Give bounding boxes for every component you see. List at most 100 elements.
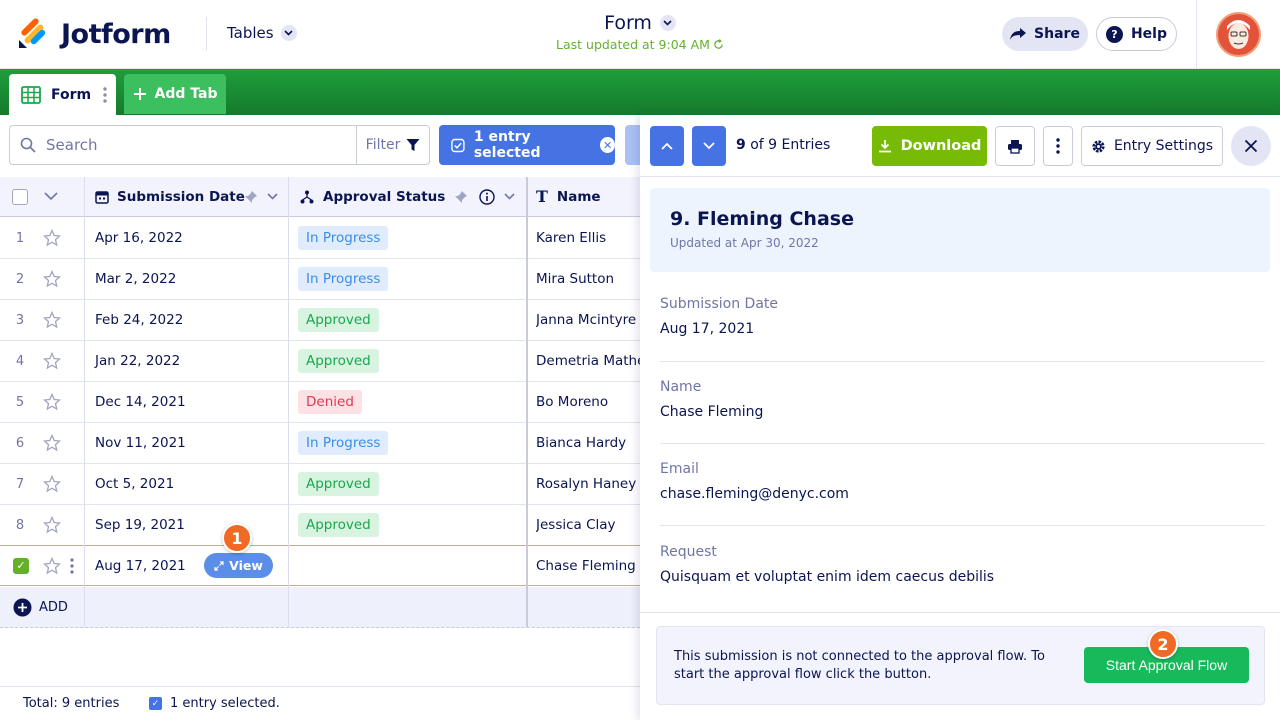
field-label: Email xyxy=(660,461,699,477)
search-input[interactable]: Search xyxy=(9,125,357,165)
field-value[interactable]: Quisquam et voluptat enim idem caecus de… xyxy=(660,569,1265,585)
view-entry-button[interactable]: View xyxy=(204,553,273,578)
submission-date-cell[interactable]: Nov 11, 2021 xyxy=(95,423,186,463)
approval-status-cell[interactable]: Denied xyxy=(298,382,362,422)
submission-date-cell[interactable]: Sep 19, 2021 xyxy=(95,505,185,545)
pin-icon[interactable] xyxy=(244,177,258,216)
star-icon[interactable] xyxy=(40,546,64,585)
star-icon[interactable] xyxy=(40,382,64,422)
help-button[interactable]: ? Help xyxy=(1096,17,1177,51)
more-vertical-icon xyxy=(1056,138,1060,154)
name-cell[interactable]: Janna Mcintyre xyxy=(536,300,640,340)
form-title-menu[interactable]: Form xyxy=(604,12,676,34)
help-label: Help xyxy=(1130,26,1168,42)
column-label: Approval Status xyxy=(323,188,446,205)
add-row-button[interactable]: ADD xyxy=(13,587,68,627)
table-row[interactable]: 5 Dec 14, 2021 Denied Bo Moreno xyxy=(0,382,640,423)
tables-menu[interactable]: Tables xyxy=(227,24,297,42)
approval-status-cell[interactable]: Approved xyxy=(298,341,379,381)
submission-date-cell[interactable]: Apr 16, 2022 xyxy=(95,218,183,258)
info-icon[interactable] xyxy=(479,177,495,216)
row-options-icon[interactable] xyxy=(70,546,74,585)
chevron-down-icon[interactable] xyxy=(504,177,515,216)
name-cell[interactable]: Karen Ellis xyxy=(536,218,640,258)
jotform-logo[interactable]: Jotform xyxy=(17,18,171,50)
field-value[interactable]: chase.fleming@denyc.com xyxy=(660,486,1265,502)
star-icon[interactable] xyxy=(40,300,64,340)
pin-icon[interactable] xyxy=(454,177,468,216)
step-1-badge: 1 xyxy=(222,523,252,553)
column-approval-status[interactable]: Approval Status xyxy=(300,177,445,216)
table-row[interactable]: 6 Nov 11, 2021 In Progress Bianca Hardy xyxy=(0,423,640,464)
column-submission-date[interactable]: Submission Date xyxy=(95,177,245,216)
tab-options-icon[interactable] xyxy=(103,86,107,103)
table-row[interactable]: 8 Sep 19, 2021 Approved Jessica Clay xyxy=(0,505,640,546)
add-tab-button[interactable]: Add Tab xyxy=(124,74,226,114)
table-row[interactable]: 3 Feb 24, 2022 Approved Janna Mcintyre xyxy=(0,300,640,341)
name-cell[interactable]: Demetria Mathews xyxy=(536,341,640,381)
star-icon[interactable] xyxy=(40,505,64,545)
add-row-label: ADD xyxy=(39,599,68,615)
submission-date-cell[interactable]: Oct 5, 2021 xyxy=(95,464,174,504)
star-icon[interactable] xyxy=(40,341,64,381)
chevron-down-icon[interactable] xyxy=(267,177,278,216)
submission-date-cell[interactable]: Jan 22, 2022 xyxy=(95,341,180,381)
entry-settings-button[interactable]: Entry Settings xyxy=(1081,126,1223,166)
submission-date-cell[interactable]: Dec 14, 2021 xyxy=(95,382,186,422)
add-row[interactable]: ADD xyxy=(0,587,640,628)
question-icon: ? xyxy=(1105,25,1123,43)
table-row-selected[interactable]: ✓ Aug 17, 2021 Chase Fleming xyxy=(0,545,640,586)
chevron-down-icon[interactable] xyxy=(44,177,58,216)
download-button[interactable]: Download xyxy=(872,126,987,166)
approval-status-cell[interactable]: Approved xyxy=(298,464,379,504)
name-cell[interactable]: Rosalyn Haney xyxy=(536,464,640,504)
tab-form[interactable]: Form xyxy=(9,74,116,115)
field-value[interactable]: Chase Fleming xyxy=(660,404,1265,420)
entry-detail-panel: 9 of 9 Entries Download Entry Settings 9… xyxy=(640,115,1280,720)
table-row[interactable]: 2 Mar 2, 2022 In Progress Mira Sutton xyxy=(0,259,640,300)
name-cell[interactable]: Jessica Clay xyxy=(536,505,640,545)
name-cell[interactable]: Mira Sutton xyxy=(536,259,640,299)
star-icon[interactable] xyxy=(40,423,64,463)
approval-status-cell[interactable]: In Progress xyxy=(298,218,389,258)
column-label: Submission Date xyxy=(117,188,245,205)
submission-date-cell[interactable]: Mar 2, 2022 xyxy=(95,259,176,299)
printer-icon xyxy=(1008,139,1022,154)
field-value[interactable]: Aug 17, 2021 xyxy=(660,321,1265,337)
column-name[interactable]: T Name xyxy=(536,177,601,216)
approval-status-cell[interactable]: In Progress xyxy=(298,423,389,463)
select-all-checkbox[interactable] xyxy=(12,177,28,216)
approval-status-cell[interactable]: Approved xyxy=(298,505,379,545)
share-button[interactable]: Share xyxy=(1002,17,1088,51)
approval-status-cell[interactable]: In Progress xyxy=(298,259,389,299)
filter-button[interactable]: Filter xyxy=(356,125,430,165)
status-badge: In Progress xyxy=(298,431,389,455)
name-cell[interactable]: Chase Fleming xyxy=(536,546,640,585)
more-options-button[interactable] xyxy=(1043,126,1073,166)
name-cell[interactable]: Bianca Hardy xyxy=(536,423,640,463)
approval-status-cell[interactable]: Approved xyxy=(298,300,379,340)
row-number: 2 xyxy=(15,271,25,287)
print-button[interactable] xyxy=(995,126,1035,166)
user-avatar[interactable] xyxy=(1216,12,1261,57)
search-placeholder: Search xyxy=(46,136,98,154)
panel-divider xyxy=(640,612,1280,613)
form-title-area: Form Last updated at 9:04 AM xyxy=(540,12,740,52)
status-badge: Approved xyxy=(298,472,379,496)
table-row[interactable]: 4 Jan 22, 2022 Approved Demetria Mathews xyxy=(0,341,640,382)
next-entry-button[interactable] xyxy=(692,126,726,166)
name-cell[interactable]: Bo Moreno xyxy=(536,382,640,422)
star-icon[interactable] xyxy=(40,218,64,258)
star-icon[interactable] xyxy=(40,464,64,504)
clear-selection-icon[interactable]: ✕ xyxy=(600,137,615,153)
submission-date-cell[interactable]: Aug 17, 2021 xyxy=(95,546,186,585)
row-checkbox[interactable]: ✓ xyxy=(13,546,29,585)
row-number: 8 xyxy=(15,517,25,533)
previous-entry-button[interactable] xyxy=(650,126,684,166)
selected-entries-pill[interactable]: 1 entry selected ✕ xyxy=(439,125,615,165)
table-row[interactable]: 7 Oct 5, 2021 Approved Rosalyn Haney xyxy=(0,464,640,505)
submission-date-cell[interactable]: Feb 24, 2022 xyxy=(95,300,183,340)
table-row[interactable]: 1 Apr 16, 2022 In Progress Karen Ellis xyxy=(0,218,640,259)
star-icon[interactable] xyxy=(40,259,64,299)
close-panel-button[interactable] xyxy=(1231,126,1271,166)
